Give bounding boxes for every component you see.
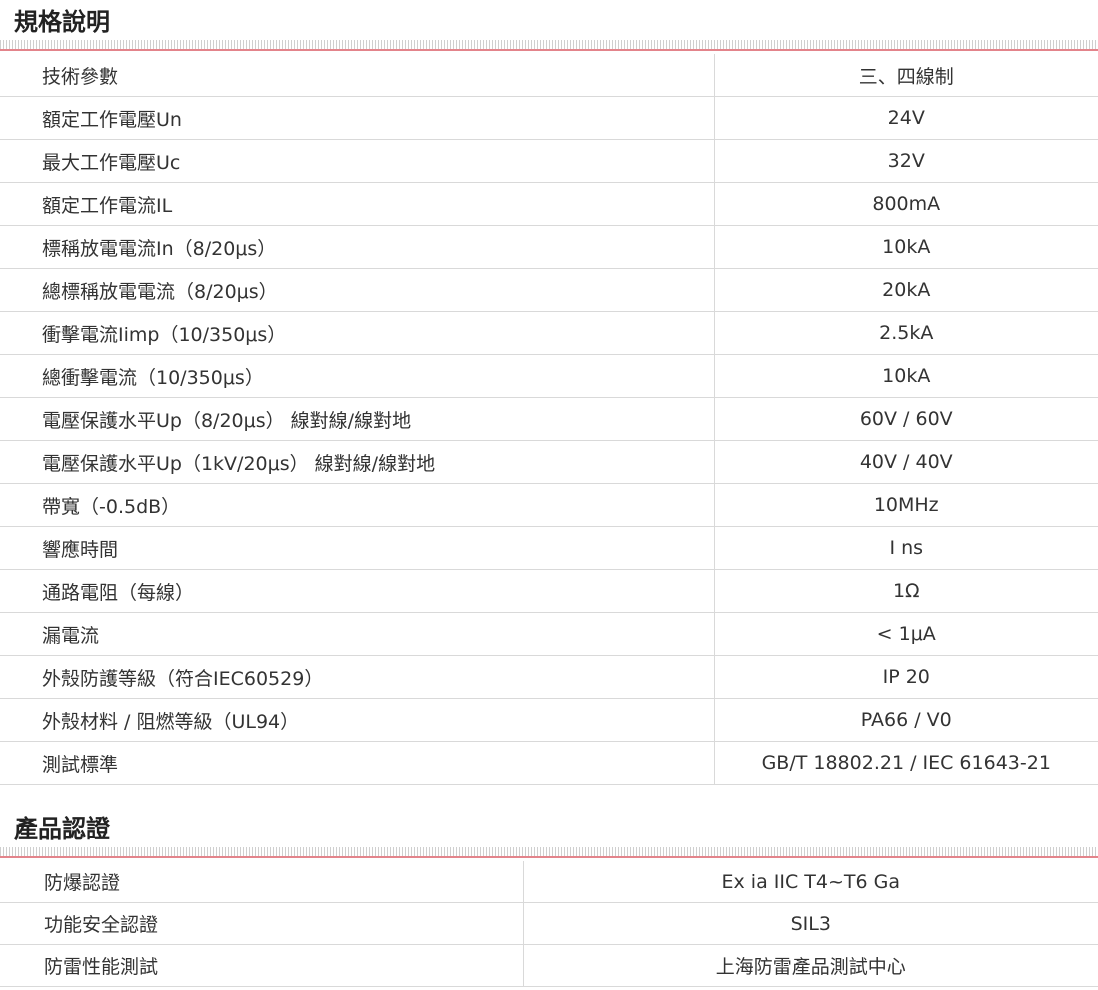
row-value: 10MHz [713,483,1098,527]
row-value: < 1μA [713,612,1098,656]
table-row: 標稱放電電流In（8/20μs） 10kA [0,225,1098,269]
row-value: 10kA [713,354,1098,398]
row-label: 標稱放電電流In（8/20μs） [0,225,714,269]
row-value: PA66 / V0 [713,698,1098,742]
row-label: 測試標準 [0,741,714,785]
table-row: 外殼防護等級（符合IEC60529） IP 20 [0,655,1098,699]
row-label: 外殼材料 / 阻燃等級（UL94） [0,698,714,742]
table-row: 額定工作電流IL 800mA [0,182,1098,226]
table-row: 電壓保護水平Up（1kV/20μs） 線對線/線對地 40V / 40V [0,440,1098,484]
row-value: 10kA [713,225,1098,269]
spec-section: 規格說明 技術參數 三、四線制 額定工作電壓Un 24V 最大工作電壓Uc 32V 額定工作… [0,0,1098,785]
row-label: 衝擊電流Iimp（10/350μs） [0,311,714,355]
row-value: 上海防雷產品測試中心 [522,944,1098,987]
spec-title-divider [0,40,1098,54]
row-label: 額定工作電壓Un [0,96,714,140]
table-row: 技術參數 三、四線制 [0,54,1098,97]
row-label: 技術參數 [0,54,714,97]
table-row: 外殼材料 / 阻燃等級（UL94） PA66 / V0 [0,698,1098,742]
row-value: 20kA [713,268,1098,312]
table-row: 響應時間 I ns [0,526,1098,570]
row-label: 電壓保護水平Up（1kV/20μs） 線對線/線對地 [0,440,714,484]
row-label: 響應時間 [0,526,714,570]
table-row: 電壓保護水平Up（8/20μs） 線對線/線對地 60V / 60V [0,397,1098,441]
table-row: 總衝擊電流（10/350μs） 10kA [0,354,1098,398]
certification-section-title: 產品認證 [14,815,110,843]
row-value: SIL3 [522,902,1098,945]
table-row: 測試標準 GB/T 18802.21 / IEC 61643-21 [0,741,1098,785]
row-value: GB/T 18802.21 / IEC 61643-21 [713,741,1098,785]
spec-table: 技術參數 三、四線制 額定工作電壓Un 24V 最大工作電壓Uc 32V 額定工作電流IL 8… [0,54,1098,785]
spec-section-title: 規格說明 [14,8,110,36]
row-label: 最大工作電壓Uc [0,139,714,183]
row-label: 總標稱放電電流（8/20μs） [0,268,714,312]
row-label: 總衝擊電流（10/350μs） [0,354,714,398]
table-row: 最大工作電壓Uc 32V [0,139,1098,183]
table-row: 漏電流 < 1μA [0,612,1098,656]
row-value: Ex ia IIC T4~T6 Ga [522,861,1098,903]
row-value: 40V / 40V [713,440,1098,484]
table-row: 防爆認證 Ex ia IIC T4~T6 Ga [0,861,1098,903]
row-label: 漏電流 [0,612,714,656]
row-label: 外殼防護等級（符合IEC60529） [0,655,714,699]
row-value: I ns [713,526,1098,570]
row-value: 800mA [713,182,1098,226]
table-row: 衝擊電流Iimp（10/350μs） 2.5kA [0,311,1098,355]
certification-section: 產品認證 防爆認證 Ex ia IIC T4~T6 Ga 功能安全認證 SIL3 防雷性… [0,785,1098,987]
row-label: 防雷性能測試 [0,944,523,987]
table-row: 防雷性能測試 上海防雷產品測試中心 [0,944,1098,987]
table-row: 額定工作電壓Un 24V [0,96,1098,140]
row-value: 1Ω [713,569,1098,613]
row-label: 通路電阻（每線） [0,569,714,613]
row-value: IP 20 [713,655,1098,699]
table-row: 通路電阻（每線） 1Ω [0,569,1098,613]
row-label: 電壓保護水平Up（8/20μs） 線對線/線對地 [0,397,714,441]
row-label: 額定工作電流IL [0,182,714,226]
row-value: 三、四線制 [713,54,1098,97]
table-row: 帶寬（-0.5dB） 10MHz [0,483,1098,527]
row-value: 24V [713,96,1098,140]
row-value: 60V / 60V [713,397,1098,441]
row-value: 2.5kA [713,311,1098,355]
row-label: 防爆認證 [0,861,523,903]
table-row: 總標稱放電電流（8/20μs） 20kA [0,268,1098,312]
table-row: 功能安全認證 SIL3 [0,902,1098,945]
certification-title-divider [0,847,1098,861]
row-value: 32V [713,139,1098,183]
row-label: 帶寬（-0.5dB） [0,483,714,527]
row-label: 功能安全認證 [0,902,523,945]
certification-table: 防爆認證 Ex ia IIC T4~T6 Ga 功能安全認證 SIL3 防雷性能測試 上海… [0,861,1098,987]
